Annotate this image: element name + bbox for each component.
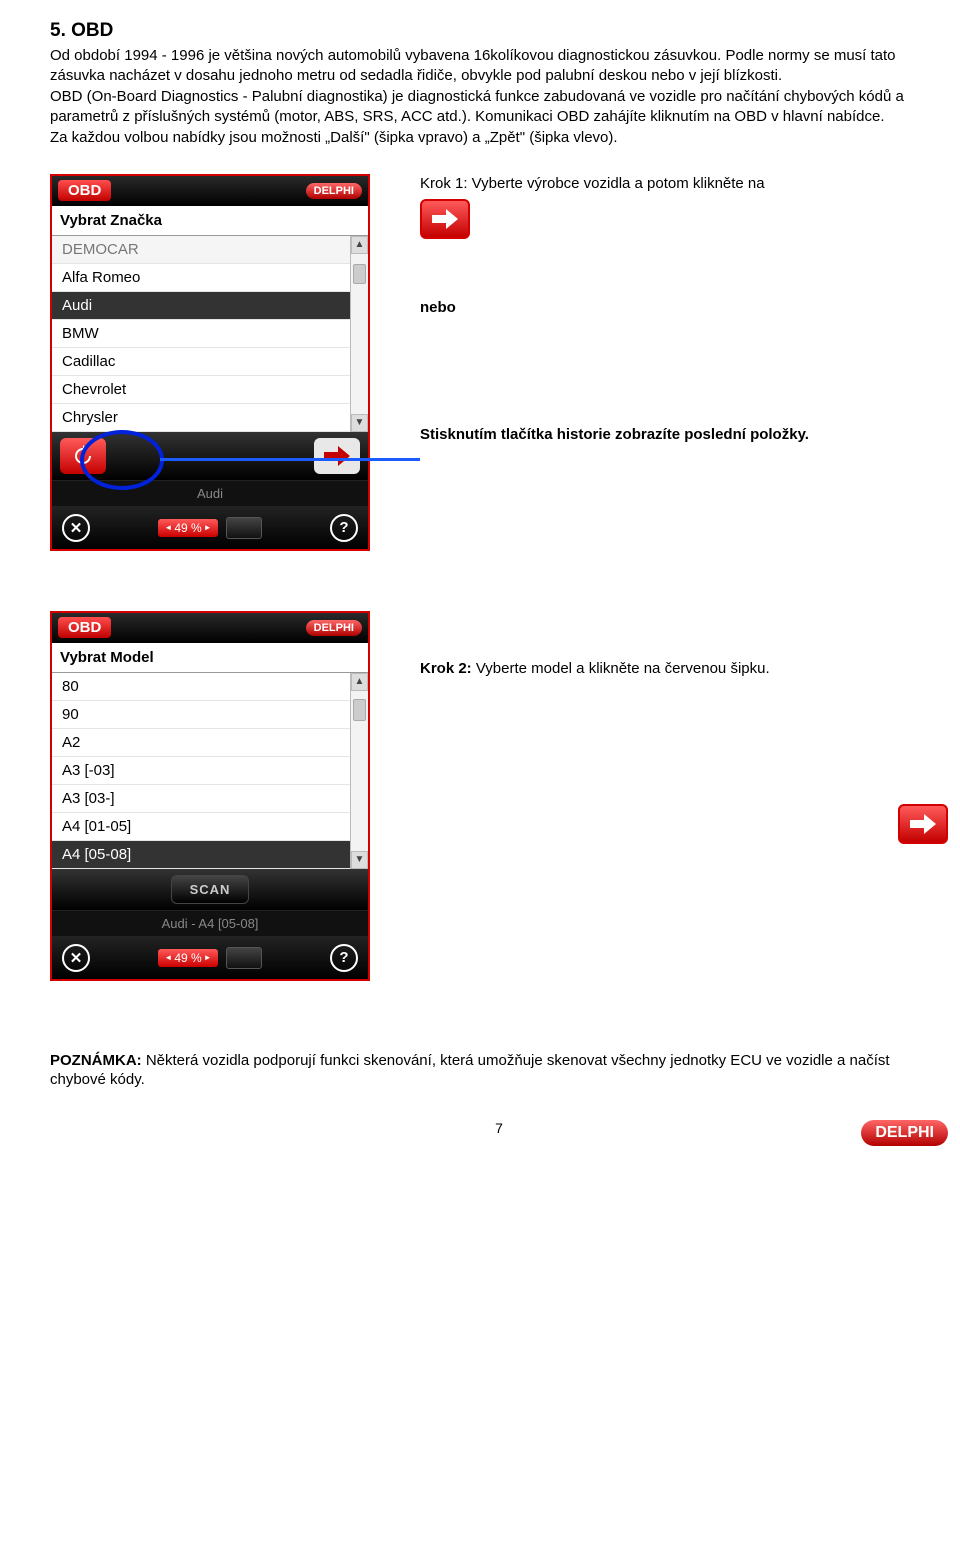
scroll-thumb[interactable] [353,699,366,721]
list-item[interactable]: A4 [01-05] [52,813,350,841]
next-button[interactable] [314,438,360,474]
list-item[interactable]: DEMOCAR [52,236,350,264]
list-title: Vybrat Model [52,643,368,673]
close-icon[interactable]: ✕ [62,514,90,542]
list-item[interactable]: 80 [52,673,350,701]
list-item[interactable]: Chrysler [52,404,350,432]
close-icon[interactable]: ✕ [62,944,90,972]
scroll-up-icon[interactable]: ▲ [351,673,368,691]
obd-badge: OBD [58,617,111,638]
list-item[interactable]: Alfa Romeo [52,264,350,292]
keyboard-icon[interactable] [226,947,262,969]
percent-indicator[interactable]: ◄49 %► [158,949,217,967]
help-icon[interactable]: ? [330,944,358,972]
keyboard-icon[interactable] [226,517,262,539]
list-item[interactable]: Chevrolet [52,376,350,404]
scroll-down-icon[interactable]: ▼ [351,851,368,869]
nebo-text: nebo [420,299,456,316]
history-button[interactable] [60,438,106,474]
list-item[interactable]: 90 [52,701,350,729]
device-screen-2: OBD DELPHI Vybrat Model 8090A2A3 [-03]A3… [50,611,370,981]
brand-list[interactable]: DEMOCARAlfa RomeoAudiBMWCadillacChevrole… [52,236,350,432]
screenshot-2-container: OBD DELPHI Vybrat Model 8090A2A3 [-03]A3… [50,611,390,981]
scrollbar[interactable]: ▲ ▼ [350,673,368,869]
blue-line-annotation [160,458,420,461]
footnote: POZNÁMKA: Některá vozidla podporují funk… [50,1051,948,1090]
page-number: 7 [495,1120,503,1136]
delphi-badge: DELPHI [306,183,362,199]
intro-paragraph-3: Za každou volbou nabídky jsou možnosti „… [50,128,948,148]
step1-text: Krok 1: Vyberte výrobce vozidla a potom … [420,174,948,194]
delphi-logo: DELPHI [861,1120,948,1146]
section-heading: 5. OBD [50,20,948,42]
list-item[interactable]: A2 [52,729,350,757]
delphi-badge: DELPHI [306,620,362,636]
list-item[interactable]: A3 [-03] [52,757,350,785]
arrow-right-icon [898,804,948,844]
history-hint: Stisknutím tlačítka historie zobrazíte p… [420,426,809,443]
intro-paragraph-1: Od období 1994 - 1996 je většina nových … [50,46,948,85]
model-list[interactable]: 8090A2A3 [-03]A3 [03-]A4 [01-05]A4 [05-0… [52,673,350,869]
list-item[interactable]: Audi [52,292,350,320]
list-item[interactable]: BMW [52,320,350,348]
obd-badge: OBD [58,180,111,201]
status-text: Audi [52,480,368,507]
scroll-down-icon[interactable]: ▼ [351,414,368,432]
intro-paragraph-2: OBD (On-Board Diagnostics - Palubní diag… [50,87,948,126]
step2-text: Krok 2: Vyberte model a klikněte na červ… [420,659,948,679]
device-screen-1: OBD DELPHI Vybrat Značka DEMOCARAlfa Rom… [50,174,370,551]
scan-button[interactable]: SCAN [171,875,250,904]
screenshot-1-container: OBD DELPHI Vybrat Značka DEMOCARAlfa Rom… [50,174,390,551]
percent-indicator[interactable]: ◄49 %► [158,519,217,537]
arrow-right-icon [420,199,470,239]
scrollbar[interactable]: ▲ ▼ [350,236,368,432]
list-title: Vybrat Značka [52,206,368,236]
scroll-thumb[interactable] [353,264,366,284]
scroll-up-icon[interactable]: ▲ [351,236,368,254]
help-icon[interactable]: ? [330,514,358,542]
list-item[interactable]: A4 [05-08] [52,841,350,869]
list-item[interactable]: Cadillac [52,348,350,376]
list-item[interactable]: A3 [03-] [52,785,350,813]
status-text: Audi - A4 [05-08] [52,910,368,937]
